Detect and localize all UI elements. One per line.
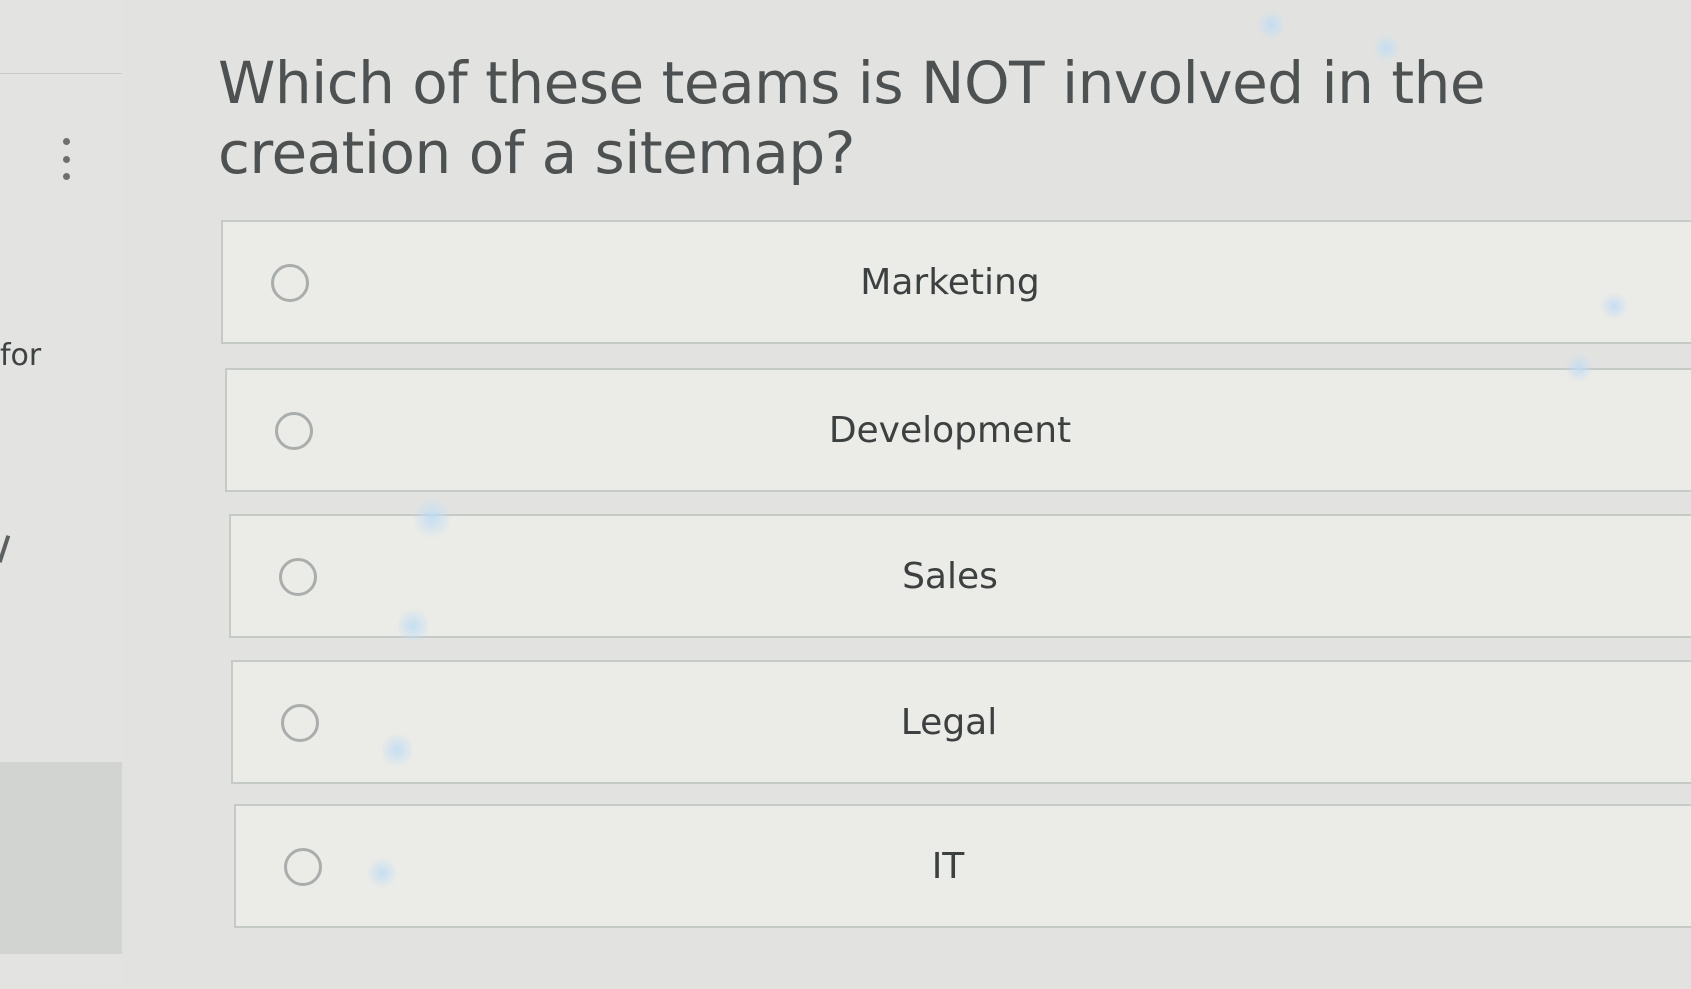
vertical-ellipsis-icon[interactable] — [58, 138, 74, 180]
option-label: Legal — [900, 701, 998, 743]
question-text: Which of these teams is NOT involved in … — [218, 49, 1486, 187]
left-panel — [0, 0, 123, 762]
left-panel-bottom — [0, 762, 138, 954]
option-it[interactable]: IT — [234, 804, 1691, 928]
left-panel-foot — [0, 954, 140, 989]
option-sales[interactable]: Sales — [229, 514, 1691, 638]
option-label: Sales — [902, 555, 998, 597]
left-panel-divider — [0, 73, 122, 74]
option-marketing[interactable]: Marketing — [221, 220, 1691, 344]
left-panel-text-fragment: for — [0, 338, 42, 373]
option-legal[interactable]: Legal — [231, 660, 1691, 784]
option-label: Development — [828, 409, 1072, 451]
option-label: Marketing — [860, 261, 1040, 303]
option-label: IT — [931, 845, 965, 887]
option-development[interactable]: Development — [225, 368, 1691, 492]
